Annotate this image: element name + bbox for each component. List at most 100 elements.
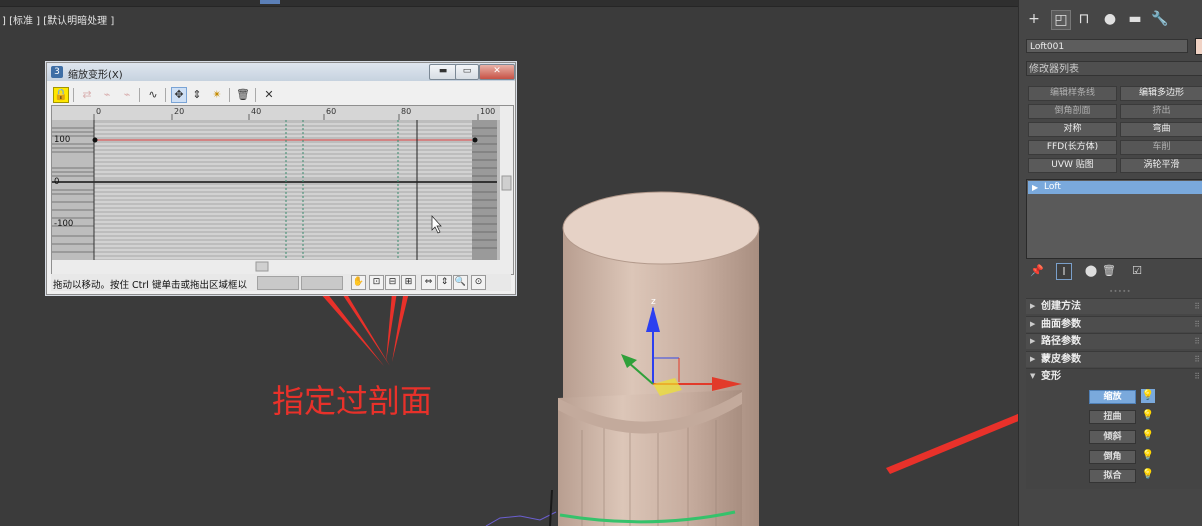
- stack-toolbar: 📌 Ι ⬤ 🗑 ☑: [1026, 262, 1202, 280]
- collapsed-arrow-icon: ▶: [1030, 337, 1036, 345]
- modifier-button-ffd-box[interactable]: FFD(长方体): [1028, 140, 1117, 155]
- insert-corner-point-icon[interactable]: ✴: [209, 87, 225, 103]
- reset-curve-icon[interactable]: ✕: [261, 87, 277, 103]
- modifier-button-turbosmooth[interactable]: 涡轮平滑: [1120, 158, 1202, 173]
- collapsed-arrow-icon: ▶: [1030, 320, 1036, 328]
- move-control-point-icon[interactable]: ✥: [171, 87, 187, 103]
- object-color-swatch[interactable]: [1195, 38, 1202, 55]
- collapsed-arrow-icon: ▶: [1030, 302, 1036, 310]
- rollout-label: 曲面参数: [1041, 319, 1081, 330]
- fit-bulb-icon[interactable]: 💡: [1141, 468, 1155, 482]
- zoom-extents-icon[interactable]: ⊡: [369, 275, 384, 290]
- modifier-stack[interactable]: ▶ Loft: [1026, 179, 1202, 259]
- make-unique-icon[interactable]: ⬤: [1084, 263, 1098, 278]
- zoom-horizontal-icon[interactable]: ⇔: [421, 275, 436, 290]
- pin-stack-icon[interactable]: 📌: [1030, 263, 1044, 278]
- drag-handle-icon[interactable]: ⠿: [1194, 334, 1200, 349]
- y-axis-label: 0: [54, 177, 60, 187]
- rollout-skin-parameters[interactable]: ▶ 蒙皮参数 ⠿: [1026, 351, 1202, 367]
- ruler-label: 100: [480, 107, 496, 116]
- deform-twist-button[interactable]: 扭曲: [1089, 410, 1136, 424]
- scale-control-point-icon[interactable]: ⇕: [189, 87, 205, 103]
- maximize-button[interactable]: ▭: [455, 64, 479, 80]
- ruler-label: 80: [401, 107, 412, 116]
- zoom-vertical-icon[interactable]: ⇕: [437, 275, 452, 290]
- display-y-axis-icon[interactable]: ⌁: [119, 87, 135, 103]
- deformation-graph[interactable]: 0 20 40 60 80 100 100 0 -100: [51, 105, 514, 275]
- zoom-horizontal-extents-icon[interactable]: ⊟: [385, 275, 400, 290]
- zoom-vertical-extents-icon[interactable]: ⊞: [401, 275, 416, 290]
- svg-text:z: z: [651, 297, 656, 307]
- motion-tab-icon[interactable]: ●: [1101, 10, 1119, 28]
- expanded-arrow-icon: ▼: [1030, 372, 1036, 380]
- pan-icon[interactable]: ✋: [351, 275, 366, 290]
- ruler-label: 40: [251, 107, 262, 116]
- path-line: [485, 489, 557, 526]
- scale-bulb-icon[interactable]: 💡: [1141, 389, 1155, 403]
- modifier-button-lathe[interactable]: 车削: [1120, 140, 1202, 155]
- modifier-button-edit-poly[interactable]: 编辑多边形: [1120, 86, 1202, 101]
- deform-bevel-button[interactable]: 倒角: [1089, 450, 1136, 464]
- twist-bulb-icon[interactable]: 💡: [1141, 409, 1155, 423]
- swap-curves-icon[interactable]: ∿: [145, 87, 161, 103]
- lock-icon[interactable]: 🔒: [53, 87, 69, 103]
- rollout-label: 创建方法: [1041, 301, 1081, 312]
- rollout-deformations[interactable]: ▼ 变形 ⠿ 缩放 💡 扭曲 💡 倾斜 💡 倒角 💡 拟合 💡: [1026, 368, 1202, 489]
- dialog-title: 缩放变形(X): [68, 70, 123, 81]
- modifier-button-edit-spline[interactable]: 编辑样条线: [1028, 86, 1117, 101]
- annotation-label: 指定过剖面: [272, 382, 433, 420]
- ruler-label: 0: [96, 107, 102, 116]
- rollout-label: 路径参数: [1041, 336, 1081, 347]
- value-field[interactable]: [301, 276, 343, 290]
- zoom-region-icon[interactable]: ⊙: [471, 275, 486, 290]
- scale-deformation-dialog[interactable]: 3 缩放变形(X) ▬ ▭ ✕ 🔒 ⇄ ⌁ ⌁ ∿ ✥ ⇕ ✴ 🗑 ✕ 0 20…: [46, 62, 516, 295]
- create-tab-icon[interactable]: +: [1025, 10, 1043, 28]
- drag-handle-icon[interactable]: ⠿: [1194, 369, 1200, 384]
- configure-modifier-sets-icon[interactable]: ☑: [1130, 263, 1144, 278]
- modifier-list-dropdown[interactable]: 修改器列表: [1026, 61, 1202, 76]
- close-button[interactable]: ✕: [479, 64, 515, 80]
- show-end-result-icon[interactable]: Ι: [1056, 263, 1072, 280]
- utilities-tab-icon[interactable]: 🔧: [1151, 10, 1169, 28]
- delete-control-point-icon[interactable]: 🗑: [235, 87, 251, 103]
- rollout-surface-parameters[interactable]: ▶ 曲面参数 ⠿: [1026, 316, 1202, 332]
- display-tab-icon[interactable]: ▬: [1126, 10, 1144, 28]
- stack-item-loft[interactable]: ▶ Loft: [1028, 181, 1202, 194]
- rollout-divider: ∙∙∙∙∙: [1109, 287, 1131, 295]
- minimize-button[interactable]: ▬: [429, 64, 457, 80]
- deform-scale-button[interactable]: 缩放: [1089, 390, 1136, 404]
- drag-handle-icon[interactable]: ⠿: [1194, 299, 1200, 314]
- ruler-label: 20: [174, 107, 185, 116]
- hierarchy-tab-icon[interactable]: ⊓: [1075, 10, 1093, 28]
- modify-tab-icon[interactable]: ◰: [1051, 10, 1071, 30]
- dialog-title-bar[interactable]: 3 缩放变形(X) ▬ ▭ ✕: [47, 63, 515, 81]
- zoom-icon[interactable]: 🔍: [453, 275, 468, 290]
- viewport[interactable]: ] [标准 ] [默认明暗处理 ] z 指定过剖面 3 缩放变形(X) ▬ ▭ …: [0, 0, 1018, 526]
- drag-handle-icon[interactable]: ⠿: [1194, 317, 1200, 332]
- app-icon: 3: [51, 66, 63, 78]
- drag-handle-icon[interactable]: ⠿: [1194, 352, 1200, 367]
- loft-cylinder[interactable]: [558, 191, 760, 526]
- modifier-button-bevel-profile[interactable]: 倒角剖面: [1028, 104, 1117, 119]
- modifier-button-extrude[interactable]: 挤出: [1120, 104, 1202, 119]
- modifier-button-bend[interactable]: 弯曲: [1120, 122, 1202, 137]
- expand-arrow-icon[interactable]: ▶: [1032, 181, 1038, 194]
- rollout-creation-method[interactable]: ▶ 创建方法 ⠿: [1026, 298, 1202, 314]
- make-symmetrical-icon[interactable]: ⇄: [79, 87, 95, 103]
- dialog-status-bar: 拖动以移动。按住 Ctrl 键单击或拖出区域框以 ✋ ⊡ ⊟ ⊞ ⇔ ⇕ 🔍 ⊙: [51, 274, 511, 291]
- teeter-bulb-icon[interactable]: 💡: [1141, 429, 1155, 443]
- remove-modifier-icon[interactable]: 🗑: [1102, 263, 1116, 278]
- y-axis-label: 100: [54, 135, 71, 145]
- display-x-axis-icon[interactable]: ⌁: [99, 87, 115, 103]
- status-text: 拖动以移动。按住 Ctrl 键单击或拖出区域框以: [53, 280, 247, 291]
- object-name-field[interactable]: Loft001: [1026, 39, 1188, 53]
- bevel-bulb-icon[interactable]: 💡: [1141, 449, 1155, 463]
- modifier-button-uvw-map[interactable]: UVW 贴图: [1028, 158, 1117, 173]
- modifier-button-symmetry[interactable]: 对称: [1028, 122, 1117, 137]
- deform-fit-button[interactable]: 拟合: [1089, 469, 1136, 483]
- y-axis-label: -100: [54, 219, 74, 229]
- rollout-path-parameters[interactable]: ▶ 路径参数 ⠿: [1026, 333, 1202, 349]
- rollout-label: 蒙皮参数: [1041, 354, 1081, 365]
- position-field[interactable]: [257, 276, 299, 290]
- deform-teeter-button[interactable]: 倾斜: [1089, 430, 1136, 444]
